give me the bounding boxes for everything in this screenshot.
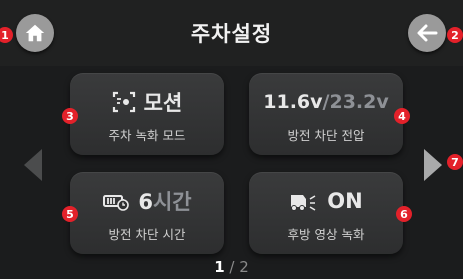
battery-timer-icon (103, 195, 130, 211)
page-indicator: 1 / 2 (0, 258, 463, 276)
back-button[interactable] (408, 14, 446, 52)
cutoff-time-unit: 시간 (152, 190, 192, 214)
page-title: 주차설정 (190, 22, 273, 46)
cutoff-voltage-label: 방전 차단 전압 (287, 128, 365, 143)
parking-mode-value: 모션 (143, 91, 183, 115)
home-icon (25, 24, 45, 42)
callout-badge-2: 2 (447, 27, 463, 43)
parking-mode-card[interactable]: 모션 주차 녹화 모드 (70, 73, 224, 155)
rear-camera-icon (291, 195, 316, 211)
callout-badge-4: 4 (394, 108, 410, 124)
next-page-arrow-icon[interactable] (424, 149, 442, 181)
rear-recording-card[interactable]: ON 후방 영상 녹화 (249, 172, 403, 254)
motion-detect-icon (112, 91, 135, 113)
parking-mode-label: 주차 녹화 모드 (108, 128, 186, 143)
callout-badge-3: 3 (62, 108, 78, 124)
current-page: 1 (214, 258, 225, 276)
cutoff-time-label: 방전 차단 시간 (108, 227, 186, 242)
callout-badge-7: 7 (447, 154, 463, 170)
rear-recording-label: 후방 영상 녹화 (287, 227, 365, 242)
previous-page-arrow-icon[interactable] (24, 149, 42, 181)
cutoff-voltage-card[interactable]: 11.6v/23.2v 방전 차단 전압 (249, 73, 403, 155)
total-pages: / 2 (224, 258, 249, 276)
callout-badge-6: 6 (396, 206, 412, 222)
voltage-12v-value: 11.6v (263, 91, 323, 113)
callout-badge-5: 5 (62, 206, 78, 222)
home-button[interactable] (16, 14, 54, 52)
back-arrow-icon (417, 24, 438, 42)
voltage-24v-value: 23.2v (329, 91, 389, 113)
cutoff-time-card[interactable]: 6시간 방전 차단 시간 (70, 172, 224, 254)
cutoff-time-number: 6 (138, 190, 153, 214)
rear-recording-value: ON (327, 189, 363, 213)
